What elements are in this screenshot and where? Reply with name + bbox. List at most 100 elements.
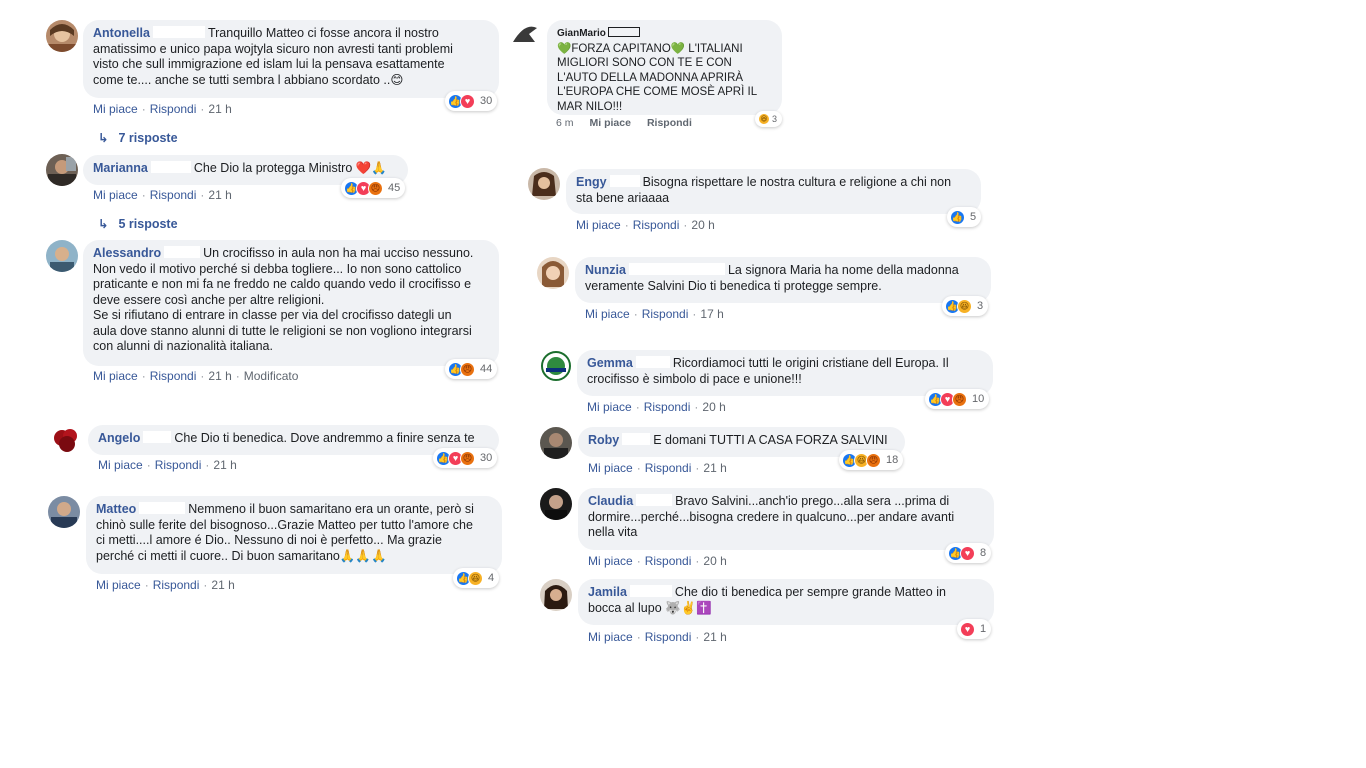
reply-button[interactable]: Rispondi bbox=[150, 102, 197, 116]
reply-arrow-icon: ↳ bbox=[98, 217, 109, 231]
author-name[interactable]: Alessandro bbox=[93, 246, 161, 260]
avatar-nunzia[interactable] bbox=[537, 257, 569, 289]
comment-bubble: Antonella Tranquillo Matteo ci fosse anco… bbox=[83, 20, 499, 98]
comment-text: Che Dio la protegga Ministro ❤️🙏 bbox=[193, 161, 387, 175]
timestamp[interactable]: 17 h bbox=[700, 307, 723, 321]
avatar-gianmario[interactable] bbox=[509, 20, 541, 48]
author-name[interactable]: Marianna bbox=[93, 161, 148, 175]
reaction-count: 30 bbox=[480, 95, 493, 107]
reaction-summary[interactable]: 👍 ♥ 8 bbox=[945, 543, 992, 563]
avatar-alessandro[interactable] bbox=[46, 240, 78, 272]
author-name[interactable]: Nunzia bbox=[585, 263, 626, 277]
author-name[interactable]: Antonella bbox=[93, 26, 150, 40]
avatar-gemma[interactable] bbox=[540, 350, 572, 382]
view-replies-link[interactable]: ↳ 7 risposte bbox=[98, 130, 178, 145]
reaction-summary[interactable]: 😆 3 bbox=[755, 111, 783, 127]
like-button[interactable]: Mi piace bbox=[588, 630, 633, 644]
timestamp[interactable]: 21 h bbox=[208, 369, 231, 383]
angry-reaction-icon: 😠 bbox=[952, 391, 967, 407]
avatar-matteo[interactable] bbox=[48, 496, 80, 528]
reply-button[interactable]: Rispondi bbox=[645, 630, 692, 644]
reply-button[interactable]: Rispondi bbox=[642, 307, 689, 321]
avatar-claudia[interactable] bbox=[540, 488, 572, 520]
like-button[interactable]: Mi piace bbox=[585, 307, 630, 321]
reaction-summary[interactable]: 👍 5 bbox=[947, 207, 982, 227]
reaction-count: 30 bbox=[480, 452, 493, 464]
reaction-summary[interactable]: 👍 😠 44 bbox=[445, 359, 498, 379]
reply-button[interactable]: Rispondi bbox=[155, 458, 202, 472]
timestamp[interactable]: 20 h bbox=[691, 218, 714, 232]
comment-bubble: Claudia Bravo Salvini...anch'io prego...a… bbox=[578, 488, 994, 550]
love-reaction-icon: ♥ bbox=[960, 621, 975, 637]
replies-count[interactable]: 7 risposte bbox=[118, 131, 177, 145]
reply-button[interactable]: Rispondi bbox=[645, 461, 692, 475]
view-replies-link[interactable]: ↳ 5 risposte bbox=[98, 216, 178, 231]
reaction-count: 4 bbox=[488, 572, 495, 584]
like-button[interactable]: Mi piace bbox=[576, 218, 621, 232]
author-name[interactable]: Jamila bbox=[588, 585, 627, 599]
replies-count[interactable]: 5 risposte bbox=[118, 217, 177, 231]
reply-button[interactable]: Rispondi bbox=[647, 117, 692, 129]
reaction-count: 8 bbox=[980, 547, 987, 559]
reply-button[interactable]: Rispondi bbox=[644, 400, 691, 414]
like-button[interactable]: Mi piace bbox=[93, 188, 138, 202]
timestamp[interactable]: 21 h bbox=[213, 458, 236, 472]
reaction-summary[interactable]: 👍 ♥ 😠 30 bbox=[433, 448, 498, 468]
avatar-jamila[interactable] bbox=[540, 579, 572, 611]
author-name[interactable]: Gemma bbox=[587, 356, 633, 370]
reaction-summary[interactable]: 👍 ♥ 30 bbox=[445, 91, 498, 111]
like-button[interactable]: Mi piace bbox=[98, 458, 143, 472]
reaction-summary[interactable]: 👍 ♥ 😠 45 bbox=[341, 178, 406, 198]
reply-button[interactable]: Rispondi bbox=[153, 578, 200, 592]
timestamp[interactable]: 21 h bbox=[211, 578, 234, 592]
reaction-summary[interactable]: 👍 ♥ 😠 10 bbox=[925, 389, 990, 409]
like-button[interactable]: Mi piace bbox=[588, 554, 633, 568]
timestamp[interactable]: 21 h bbox=[208, 102, 231, 116]
comment-actions: Mi piace · Rispondi · 21 h bbox=[93, 188, 232, 202]
author-name[interactable]: GianMario bbox=[557, 28, 606, 39]
reaction-summary[interactable]: 👍 😆 😠 18 bbox=[839, 450, 904, 470]
like-button[interactable]: Mi piace bbox=[93, 102, 138, 116]
avatar-roby[interactable] bbox=[540, 427, 572, 459]
reaction-summary[interactable]: ♥ 1 bbox=[957, 619, 992, 639]
edited-label[interactable]: Modificato bbox=[244, 369, 299, 383]
author-name[interactable]: Roby bbox=[588, 433, 619, 447]
comment-text: 💚FORZA CAPITANO💚 L'ITALIANI MIGLIORI SON… bbox=[557, 42, 758, 113]
timestamp[interactable]: 20 h bbox=[703, 554, 726, 568]
like-reaction-icon: 👍 bbox=[950, 209, 965, 225]
timestamp[interactable]: 6 m bbox=[556, 117, 574, 129]
comment-actions: Mi piace · Rispondi · 17 h bbox=[585, 307, 724, 321]
like-button[interactable]: Mi piace bbox=[96, 578, 141, 592]
timestamp[interactable]: 21 h bbox=[208, 188, 231, 202]
comment-bubble: Engy Bisogna rispettare le nostra cultura… bbox=[566, 169, 981, 214]
reply-button[interactable]: Rispondi bbox=[645, 554, 692, 568]
like-button[interactable]: Mi piace bbox=[588, 461, 633, 475]
reply-button[interactable]: Rispondi bbox=[633, 218, 680, 232]
avatar-engy[interactable] bbox=[528, 168, 560, 200]
reaction-summary[interactable]: 👍 😆 3 bbox=[942, 296, 989, 316]
avatar-marianna[interactable] bbox=[46, 154, 78, 186]
reply-button[interactable]: Rispondi bbox=[150, 369, 197, 383]
reaction-summary[interactable]: 👍 😆 4 bbox=[453, 568, 500, 588]
comment-actions: Mi piace · Rispondi · 21 h bbox=[588, 461, 727, 475]
like-button[interactable]: Mi piace bbox=[93, 369, 138, 383]
reply-button[interactable]: Rispondi bbox=[150, 188, 197, 202]
haha-reaction-icon: 😆 bbox=[468, 570, 483, 586]
timestamp[interactable]: 20 h bbox=[702, 400, 725, 414]
author-name[interactable]: Matteo bbox=[96, 502, 136, 516]
author-name[interactable]: Engy bbox=[576, 175, 607, 189]
comment-actions: Mi piace · Rispondi · 21 h bbox=[93, 102, 232, 116]
avatar-angelo[interactable] bbox=[50, 424, 82, 456]
reaction-count: 5 bbox=[970, 211, 977, 223]
timestamp[interactable]: 21 h bbox=[703, 461, 726, 475]
like-button[interactable]: Mi piace bbox=[590, 117, 631, 129]
timestamp[interactable]: 21 h bbox=[703, 630, 726, 644]
like-button[interactable]: Mi piace bbox=[587, 400, 632, 414]
author-name[interactable]: Claudia bbox=[588, 494, 633, 508]
angry-reaction-icon: 😠 bbox=[866, 452, 881, 468]
author-name[interactable]: Angelo bbox=[98, 431, 140, 445]
comment-text: Un crocifisso in aula non ha mai ucciso … bbox=[93, 246, 474, 353]
comment-bubble: Jamila Che dio ti benedica per sempre gra… bbox=[578, 579, 994, 625]
avatar-antonella[interactable] bbox=[46, 20, 78, 52]
angry-reaction-icon: 😠 bbox=[460, 361, 475, 377]
